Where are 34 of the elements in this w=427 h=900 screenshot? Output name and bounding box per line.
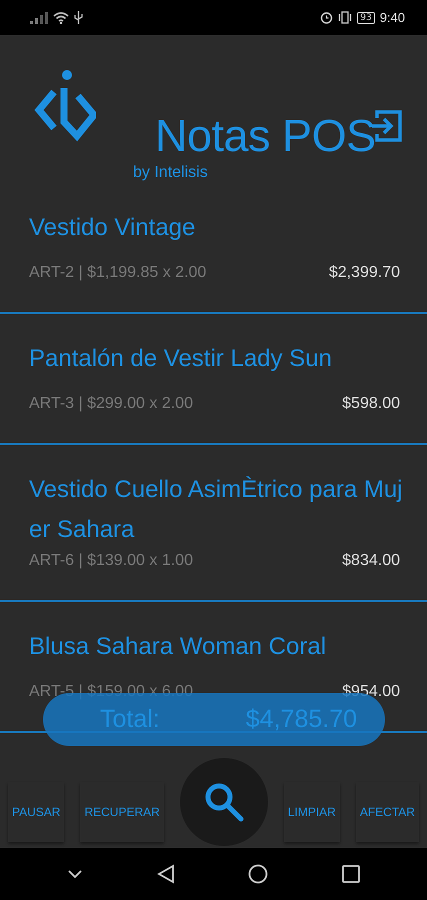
item-amount: $834.00 xyxy=(342,552,400,570)
action-button[interactable]: RECUPERAR xyxy=(80,782,164,842)
item-amount: $598.00 xyxy=(342,395,400,413)
usb-icon xyxy=(74,11,83,24)
vibrate-icon xyxy=(338,11,352,24)
clock: 9:40 xyxy=(380,10,405,25)
battery-level: 93 xyxy=(357,12,375,24)
logo-icon xyxy=(34,70,96,142)
item-amount: $2,399.70 xyxy=(328,264,400,282)
back-icon[interactable] xyxy=(156,864,175,884)
total-label: Total: xyxy=(100,705,160,734)
total-value: $4,785.70 xyxy=(246,705,357,734)
item-detail: ART-6 | $139.00 x 1.00 xyxy=(29,552,193,570)
home-icon[interactable] xyxy=(248,864,268,884)
item-detail: ART-3 | $299.00 x 2.00 xyxy=(29,395,193,413)
action-button[interactable]: AFECTAR xyxy=(356,782,419,842)
chevron-down-icon[interactable] xyxy=(66,869,83,879)
order-item[interactable]: Vestido Vintage ART-2 | $1,199.85 x 2.00 $2,399.70 xyxy=(0,195,427,314)
order-item[interactable]: Vestido Cuello AsimÈtrico para Mujer Sahara ART-6 | $139.00 x 1.00 $834.00 xyxy=(0,445,427,602)
app-title: Notas POS xyxy=(154,113,376,158)
order-item[interactable]: Pantalón de Vestir Lady Sun ART-3 | $299.00 x 2.00 $598.00 xyxy=(0,314,427,445)
alarm-icon xyxy=(320,11,334,24)
app-subtitle: by Intelisis xyxy=(133,164,209,182)
signal-icon xyxy=(30,12,48,24)
item-amount: $954.00 xyxy=(342,683,400,701)
action-button[interactable]: PAUSAR xyxy=(8,782,64,842)
wifi-icon xyxy=(53,11,69,24)
item-name: Vestido Cuello AsimÈtrico para Mujer Sahara xyxy=(29,475,404,545)
item-name: Blusa Sahara Woman Coral xyxy=(29,632,328,662)
item-name: Pantalón de Vestir Lady Sun xyxy=(29,344,333,374)
item-name: Vestido Vintage xyxy=(29,213,196,243)
action-button[interactable]: LIMPIAR xyxy=(284,782,340,842)
recents-icon[interactable] xyxy=(342,865,360,883)
item-detail: ART-2 | $1,199.85 x 2.00 xyxy=(29,264,206,282)
